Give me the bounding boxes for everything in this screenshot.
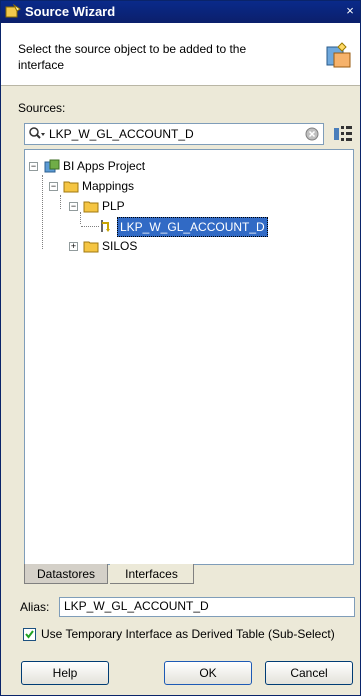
tree-node-label: LKP_W_GL_ACCOUNT_D bbox=[117, 217, 268, 237]
project-icon bbox=[44, 159, 60, 173]
alias-label: Alias: bbox=[20, 600, 50, 614]
temp-interface-label: Use Temporary Interface as Derived Table… bbox=[41, 627, 335, 641]
tree-node-label: BI Apps Project bbox=[63, 159, 146, 173]
tree-connector bbox=[81, 226, 99, 227]
checkmark-icon bbox=[25, 630, 34, 639]
tree-node-label: SILOS bbox=[102, 239, 138, 253]
folder-icon bbox=[83, 241, 99, 253]
collapse-toggle-icon[interactable]: − bbox=[49, 182, 58, 191]
tree-connector bbox=[80, 212, 81, 224]
tree-node-label: Mappings bbox=[82, 179, 135, 193]
search-box[interactable] bbox=[24, 123, 324, 145]
wizard-description: Select the source object to be added to … bbox=[18, 42, 247, 72]
collapse-toggle-icon[interactable]: − bbox=[69, 202, 78, 211]
ok-button[interactable]: OK bbox=[164, 661, 252, 685]
sources-tree[interactable]: − BI Apps Project − Mappings − PLP LKP_W… bbox=[24, 149, 354, 565]
cancel-button[interactable]: Cancel bbox=[265, 661, 353, 685]
tab-interfaces[interactable]: Interfaces bbox=[110, 564, 194, 584]
alias-field[interactable]: LKP_W_GL_ACCOUNT_D bbox=[59, 597, 355, 617]
source-wizard-dialog: Source Wizard × Select the source object… bbox=[0, 0, 361, 696]
collapse-toggle-icon[interactable]: − bbox=[29, 162, 38, 171]
search-input[interactable] bbox=[49, 126, 299, 142]
tree-node-label: PLP bbox=[102, 199, 125, 213]
folder-open-icon bbox=[83, 201, 99, 213]
folder-icon bbox=[63, 181, 79, 193]
temp-interface-checkbox[interactable] bbox=[23, 628, 36, 641]
clear-search-icon[interactable] bbox=[305, 127, 319, 141]
search-options-icon[interactable] bbox=[332, 123, 354, 145]
wizard-header: Select the source object to be added to … bbox=[1, 23, 360, 86]
window-title: Source Wizard bbox=[25, 4, 116, 19]
close-icon[interactable]: × bbox=[342, 3, 358, 19]
tab-datastores[interactable]: Datastores bbox=[24, 564, 108, 584]
add-source-icon bbox=[326, 42, 351, 68]
interface-icon bbox=[101, 220, 110, 232]
expand-toggle-icon[interactable]: + bbox=[69, 242, 78, 251]
tree-connector bbox=[42, 175, 43, 249]
wizard-app-icon bbox=[5, 4, 21, 18]
sources-label: Sources: bbox=[18, 101, 66, 115]
title-bar: Source Wizard × bbox=[1, 1, 360, 23]
help-button[interactable]: Help bbox=[21, 661, 109, 685]
search-icon[interactable] bbox=[28, 126, 46, 142]
tree-connector bbox=[60, 195, 61, 209]
